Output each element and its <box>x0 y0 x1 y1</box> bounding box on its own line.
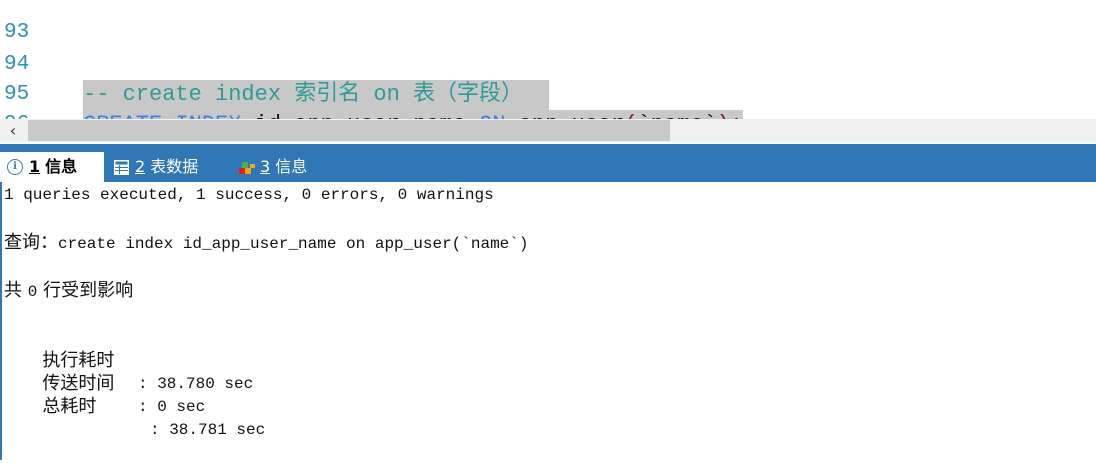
sql-comment: -- create index 索引名 on 表（字段） <box>83 80 550 110</box>
tab-number: 3 <box>260 157 271 176</box>
affected-suffix: 行受到影响 <box>37 280 134 301</box>
sql-editor[interactable]: 93 94 -- create index 索引名 on 表（字段） 95 CR… <box>0 0 1096 120</box>
tab-number: 2 <box>135 157 146 176</box>
messages-panel[interactable]: 1 queries executed, 1 success, 0 errors,… <box>0 182 1096 460</box>
query-text: create index id_app_user_name on app_use… <box>58 235 529 253</box>
query-label: 查询： <box>4 232 58 253</box>
affected-prefix: 共 <box>4 280 28 301</box>
tab-info-3[interactable]: 3 信息 <box>236 152 307 182</box>
results-tab-bar: i 1 信息 2 表数据 3 信息 <box>0 144 1096 182</box>
tab-label: 信息 <box>275 157 308 176</box>
tab-label: 信息 <box>45 157 78 176</box>
grid-icon <box>114 159 129 175</box>
tab-info-1[interactable]: i 1 信息 <box>0 152 104 182</box>
affected-rows-line: 共 0 行受到影响 <box>4 280 133 303</box>
info-icon: i <box>7 159 23 175</box>
bricks-icon <box>239 162 255 174</box>
horizontal-scrollbar[interactable]: ‹ <box>0 119 1096 142</box>
total-label: 总耗时 <box>42 396 97 417</box>
transfer-value: : 0 sec <box>138 398 206 416</box>
total-value: : 38.781 sec <box>150 421 266 439</box>
scroll-thumb[interactable] <box>28 120 670 141</box>
summary-line: 1 queries executed, 1 success, 0 errors,… <box>4 186 494 204</box>
exec-value: : 38.780 sec <box>138 375 254 393</box>
total-time-line: 总耗时 : 38.781 sec <box>4 374 265 463</box>
tab-table-data[interactable]: 2 表数据 <box>110 152 198 182</box>
editor-line-96: 96 <box>0 80 53 120</box>
tab-number: 1 <box>29 157 41 176</box>
tab-label: 表数据 <box>150 157 199 176</box>
editor-line-93: 93 <box>0 0 53 44</box>
editor-line-95: 95 CREATE INDEX id_app_user_name ON app_… <box>0 50 744 120</box>
scroll-left-icon[interactable]: ‹ <box>2 119 24 142</box>
query-line: 查询：create index id_app_user_name on app_… <box>4 232 528 255</box>
affected-count: 0 <box>27 283 38 301</box>
editor-line-94: 94 -- create index 索引名 on 表（字段） <box>0 20 550 110</box>
